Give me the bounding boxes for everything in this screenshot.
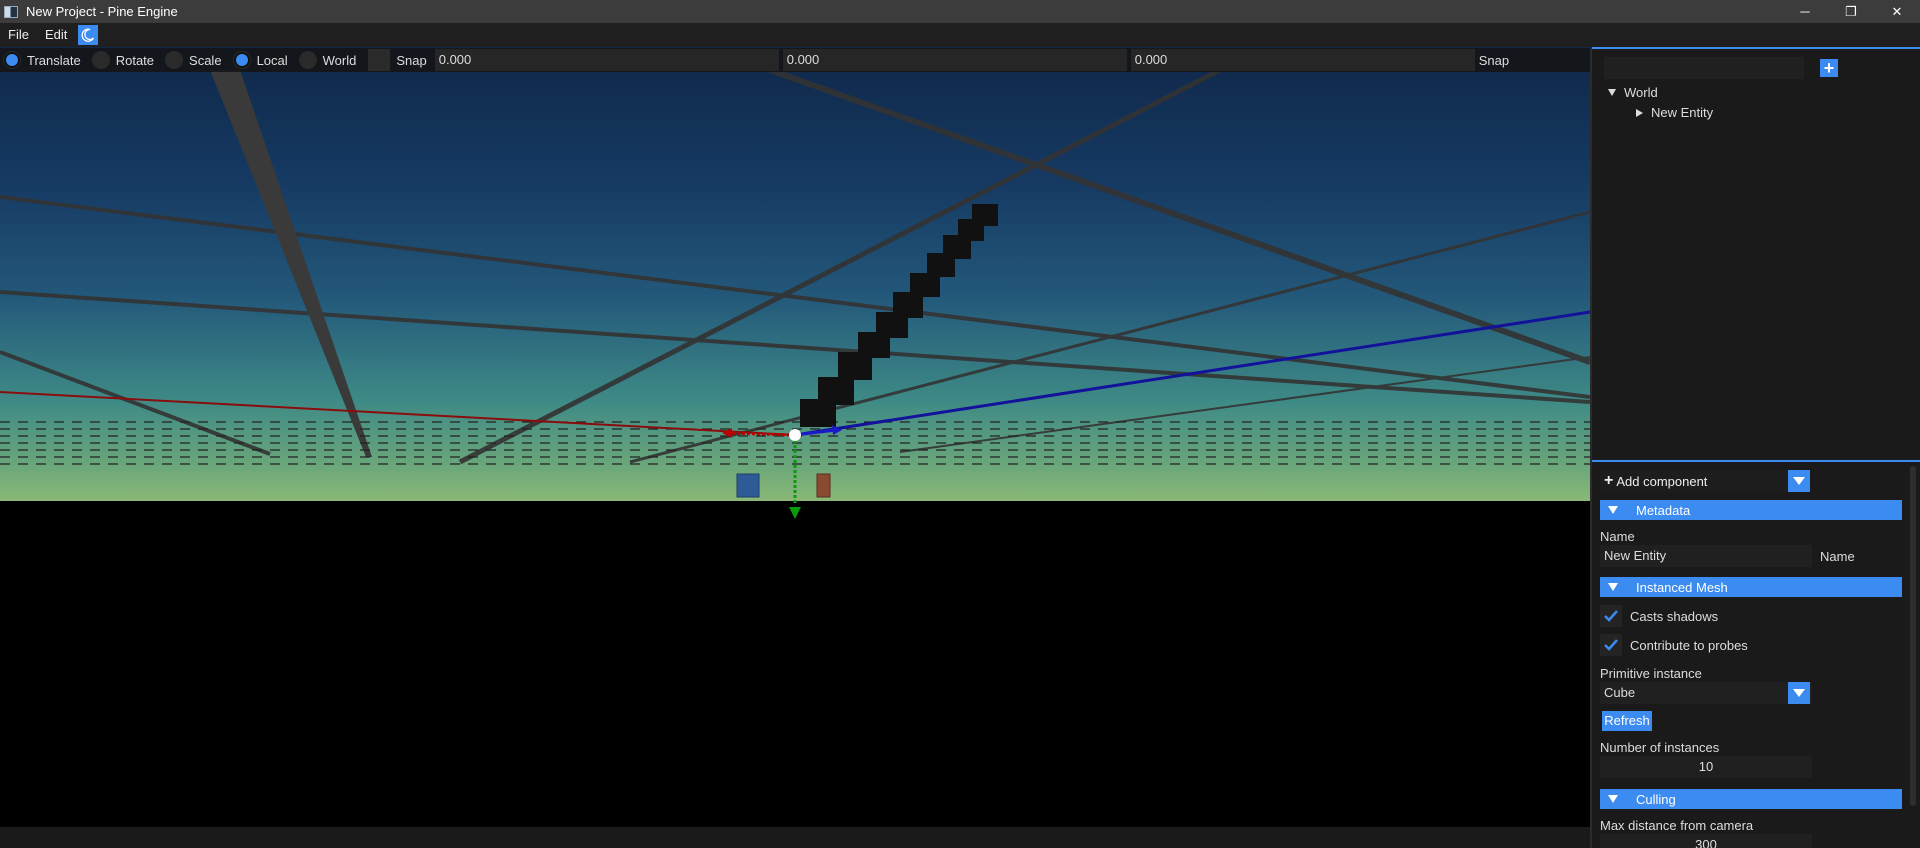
name-field-label: Name: [1820, 549, 1855, 564]
instances-input[interactable]: 10: [1600, 756, 1812, 778]
title-bar: New Project - Pine Engine ─ ❐ ✕: [0, 0, 1920, 23]
expand-right-icon[interactable]: [1636, 108, 1643, 117]
casts-shadows-row[interactable]: Casts shadows: [1600, 605, 1718, 627]
scene-outliner: + World New Entity: [1592, 47, 1920, 460]
minimize-button[interactable]: ─: [1782, 0, 1828, 23]
metadata-title: Metadata: [1636, 502, 1691, 518]
snap-label-2: Snap: [1478, 52, 1510, 68]
grid-line: [0, 290, 1590, 404]
world-label: World: [322, 52, 357, 68]
casts-shadows-label: Casts shadows: [1630, 608, 1719, 624]
translate-label: Translate: [27, 52, 81, 68]
outliner-search-input[interactable]: [1604, 57, 1804, 79]
grid-beam: [210, 70, 372, 457]
app-icon: [4, 5, 18, 18]
rotate-radio[interactable]: [91, 51, 110, 69]
primitive-dropdown-arrow-icon[interactable]: [1788, 682, 1810, 704]
culling-title: Culling: [1636, 791, 1676, 807]
window-title: New Project - Pine Engine: [26, 4, 178, 19]
gizmo-toolbar: Translate Rotate Scale Local World Snap …: [0, 48, 1590, 72]
contribute-probes-row[interactable]: Contribute to probes: [1600, 634, 1748, 656]
primitive-instance-label: Primitive instance: [1600, 666, 1702, 681]
close-button[interactable]: ✕: [1874, 0, 1920, 23]
snap-label: Snap: [396, 52, 427, 68]
instances-label: Number of instances: [1600, 740, 1720, 755]
expand-down-icon[interactable]: [1608, 89, 1616, 96]
contribute-probes-label: Contribute to probes: [1630, 637, 1748, 653]
snap-checkbox[interactable]: [368, 49, 391, 71]
plus-icon: +: [1604, 472, 1614, 489]
entity-inspector: + Add component Metadata Name New Entity…: [1592, 460, 1920, 848]
grid-line: [629, 210, 1590, 464]
scene-render: [0, 67, 1590, 827]
collapse-icon: [1608, 506, 1618, 514]
instanced-mesh-title: Instanced Mesh: [1636, 579, 1728, 595]
tree-item-new-entity[interactable]: New Entity: [1636, 105, 1713, 120]
collapse-icon: [1608, 583, 1618, 591]
plus-icon: +: [1823, 58, 1835, 78]
contribute-probes-checkbox[interactable]: [1600, 634, 1622, 656]
scale-label: Scale: [189, 52, 222, 68]
max-distance-label: Max distance from camera: [1600, 818, 1754, 833]
name-input[interactable]: New Entity: [1600, 545, 1812, 567]
tree-item-world[interactable]: World: [1608, 85, 1658, 100]
ground-plane: [0, 501, 1590, 827]
translate-radio[interactable]: [3, 51, 21, 69]
probe-marker-blue: [736, 473, 760, 498]
culling-header[interactable]: Culling: [1600, 789, 1902, 809]
scale-radio[interactable]: [165, 51, 184, 69]
refresh-button[interactable]: Refresh: [1602, 711, 1652, 731]
add-component-label: Add component: [1616, 473, 1708, 489]
checkmark-icon: [1604, 639, 1618, 651]
rotate-label: Rotate: [115, 52, 155, 68]
grid-line: [0, 195, 1590, 399]
theme-toggle-button[interactable]: [78, 25, 99, 45]
add-component-dropdown[interactable]: + Add component: [1600, 470, 1804, 492]
snap-z-input[interactable]: 0.000: [1130, 49, 1475, 71]
scene-viewport[interactable]: [0, 47, 1590, 827]
inspector-scrollbar[interactable]: [1910, 466, 1916, 806]
status-strip: [0, 827, 1590, 848]
menu-edit[interactable]: Edit: [37, 23, 75, 47]
primitive-instance-select[interactable]: Cube: [1600, 682, 1812, 704]
instanced-mesh-header[interactable]: Instanced Mesh: [1600, 577, 1902, 597]
add-component-arrow-icon[interactable]: [1788, 470, 1810, 492]
maximize-button[interactable]: ❐: [1828, 0, 1874, 23]
grid-line: [899, 356, 1590, 453]
local-radio[interactable]: [232, 51, 251, 69]
grid-line: [0, 350, 271, 456]
tree-item-label: World: [1624, 85, 1658, 100]
collapse-icon: [1608, 795, 1618, 803]
menu-file[interactable]: File: [0, 23, 37, 47]
probe-marker-red: [816, 473, 831, 498]
casts-shadows-checkbox[interactable]: [1600, 605, 1622, 627]
menu-bar: File Edit: [0, 23, 1920, 47]
max-distance-input[interactable]: 300: [1600, 834, 1812, 848]
window-controls: ─ ❐ ✕: [1782, 0, 1920, 23]
world-radio[interactable]: [298, 51, 317, 69]
add-entity-button[interactable]: +: [1820, 59, 1838, 77]
tree-item-label: New Entity: [1651, 105, 1714, 120]
name-label: Name: [1600, 529, 1635, 544]
local-label: Local: [256, 52, 288, 68]
moon-icon: [81, 28, 95, 42]
snap-y-input[interactable]: 0.000: [782, 49, 1127, 71]
snap-x-input[interactable]: 0.000: [434, 49, 779, 71]
checkmark-icon: [1604, 610, 1618, 622]
metadata-header[interactable]: Metadata: [1600, 500, 1902, 520]
